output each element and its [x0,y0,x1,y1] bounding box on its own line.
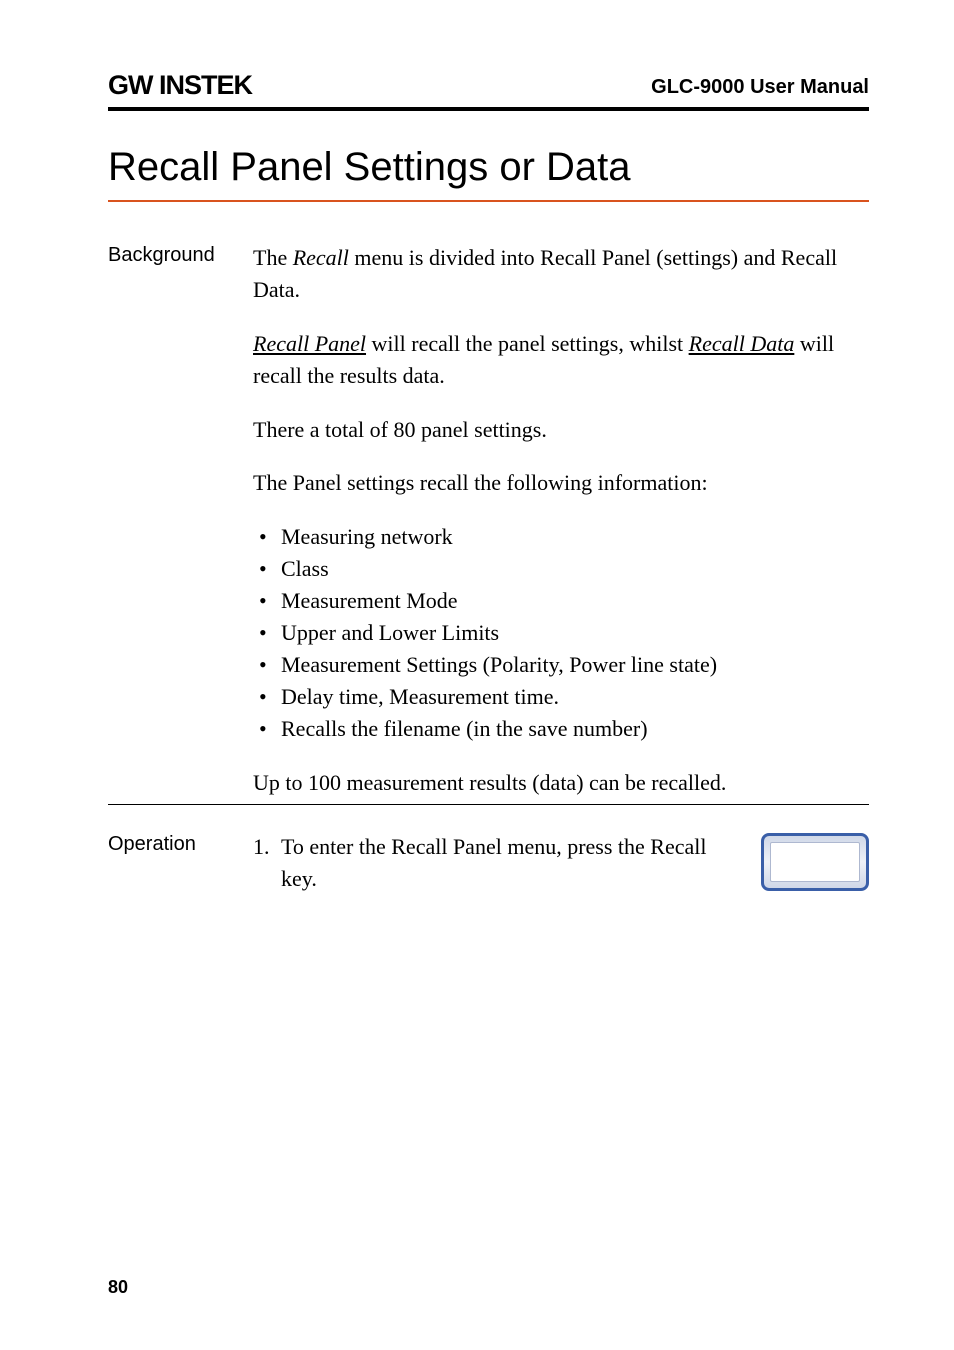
list-item: Recalls the filename (in the save number… [253,713,869,745]
page-number: 80 [108,1277,128,1298]
list-item: Delay time, Measurement time. [253,681,869,713]
background-p1: The Recall menu is divided into Recall P… [253,242,869,306]
brand-logo: GW INSTEK [108,70,252,101]
list-item: Upper and Lower Limits [253,617,869,649]
step-text: To enter the Recall Panel menu, press th… [281,831,731,895]
page-header: GW INSTEK GLC-9000 User Manual [108,70,869,111]
operation-body: 1. To enter the Recall Panel menu, press… [253,831,869,895]
section-divider [108,804,869,805]
list-item: Class [253,553,869,585]
background-p4: The Panel settings recall the following … [253,467,869,499]
operation-section: Operation 1. To enter the Recall Panel m… [108,831,869,895]
background-body: The Recall menu is divided into Recall P… [253,242,869,804]
background-p5: Up to 100 measurement results (data) can… [253,767,869,799]
background-list: Measuring network Class Measurement Mode… [253,521,869,744]
list-item: Measurement Mode [253,585,869,617]
section-title: Recall Panel Settings or Data [108,145,869,202]
manual-title: GLC-9000 User Manual [651,76,869,101]
background-label: Background [108,242,253,804]
operation-text: 1. To enter the Recall Panel menu, press… [253,831,731,895]
list-item: Measurement Settings (Polarity, Power li… [253,649,869,681]
step-number: 1. [253,831,281,895]
recall-key-icon [761,833,869,891]
background-section: Background The Recall menu is divided in… [108,242,869,804]
background-p2: Recall Panel will recall the panel setti… [253,328,869,392]
background-p3: There a total of 80 panel settings. [253,414,869,446]
operation-label: Operation [108,831,253,895]
list-item: Measuring network [253,521,869,553]
